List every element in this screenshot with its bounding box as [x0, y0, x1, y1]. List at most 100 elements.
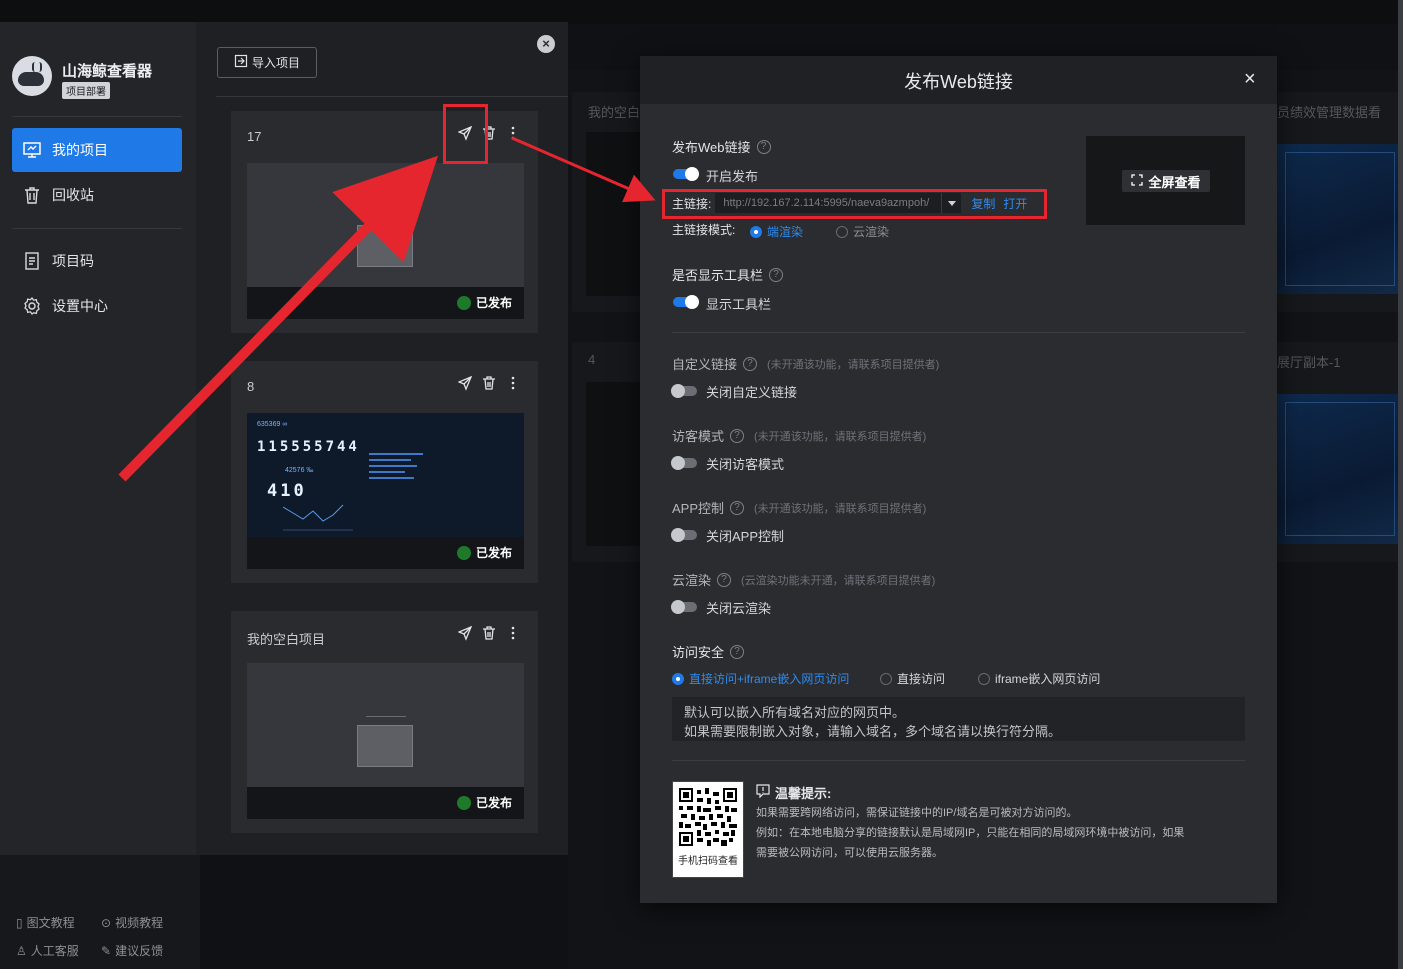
link-mode-key: 主链接模式: [672, 223, 736, 237]
background-topbar [0, 0, 1403, 24]
dash-line-chart [283, 504, 353, 531]
status-badge: 已发布 [456, 294, 512, 311]
footer-link-video[interactable]: ⊙ 视频教程 [101, 914, 163, 931]
status-label: 已发布 [475, 546, 512, 560]
guest-mode-toggle[interactable] [671, 456, 697, 470]
app-control-label: APP控制 [672, 501, 725, 516]
sidebar: 山海鲸查看器 项目部署 我的项目 回收站 项目码 设置中心 [0, 22, 196, 855]
published-dot-icon [456, 795, 471, 810]
help-icon[interactable]: ? [756, 139, 771, 154]
footer-link-support[interactable]: ♙ 人工客服 [16, 942, 79, 959]
app-control-section-label: APP控制? (未开通该功能，请联系项目提供者) [672, 498, 926, 517]
toggle-knob [685, 295, 699, 309]
help-icon[interactable]: ? [730, 428, 745, 443]
app-control-toggle[interactable] [671, 528, 697, 542]
tips-line: 需要被公网访问，可以使用云服务器。 [756, 847, 943, 859]
dash-big-value: 115555744 [257, 439, 360, 455]
send-icon[interactable] [457, 375, 473, 391]
app-control-note: (未开通该功能，请联系项目提供者) [754, 502, 927, 515]
domain-whitelist-input[interactable]: 默认可以嵌入所有域名对应的网页中。 如果需要限制嵌入对象，请输入域名，多个域名请… [672, 697, 1245, 741]
security-option-label: 直接访问 [897, 672, 946, 686]
screen: 我的空白 员绩效管理数据看 4 展厅副本-1 山海鲸查看器 项目部署 我的项目 [0, 0, 1403, 969]
dash-top-value: 635369 ∞ [257, 421, 288, 428]
status-label: 已发布 [475, 796, 512, 810]
toolbar-toggle[interactable] [673, 295, 699, 309]
project-status-bar: 已发布 [247, 787, 524, 819]
mode-option-cloud[interactable]: 云渲染 [836, 223, 889, 240]
qr-code-panel: 手机扫码查看 [672, 781, 744, 878]
radio-icon [880, 672, 892, 685]
help-icon[interactable]: ? [743, 356, 758, 371]
fullscreen-button[interactable]: 全屏查看 [1122, 170, 1210, 192]
more-icon[interactable] [506, 375, 520, 391]
delete-icon[interactable] [482, 625, 496, 641]
background-card-title: 展厅副本-1 [1277, 355, 1341, 370]
publish-toggle[interactable] [673, 167, 699, 181]
project-card[interactable]: 我的空白项目 已发布 [231, 611, 538, 833]
background-card: 我的空白 [572, 92, 642, 312]
import-project-button[interactable]: 导入项目 [217, 47, 317, 78]
radio-selected-icon [750, 225, 762, 238]
published-dot-icon [456, 545, 471, 560]
help-icon[interactable]: ? [730, 500, 745, 515]
project-card[interactable]: 8 635369 ∞ 115555744 42576 ‰ 410 已发布 [231, 361, 538, 583]
background-card-thumb [586, 132, 642, 296]
security-option-direct[interactable]: 直接访问 [880, 670, 945, 687]
radio-selected-icon [672, 672, 684, 685]
custom-link-toggle[interactable] [671, 384, 697, 398]
help-icon[interactable]: ? [717, 572, 732, 587]
background-card: 4 [572, 342, 642, 562]
radio-icon [836, 225, 848, 238]
highlight-main-link [662, 189, 1047, 219]
play-icon: ⊙ [101, 915, 112, 930]
mode-option-endpoint[interactable]: 端渲染 [750, 223, 803, 240]
delete-icon[interactable] [482, 375, 496, 391]
qr-code-icon [679, 788, 737, 846]
qr-caption: 手机扫码查看 [678, 856, 738, 867]
sidebar-footer: ▯ 图文教程 ⊙ 视频教程 ♙ 人工客服 ✎ 建议反馈 [0, 855, 200, 969]
project-thumbnail[interactable] [247, 163, 524, 287]
security-option-iframe[interactable]: iframe嵌入网页访问 [978, 670, 1100, 687]
sidebar-divider [12, 116, 182, 117]
toggle-knob [671, 600, 685, 614]
project-thumbnail[interactable]: 635369 ∞ 115555744 42576 ‰ 410 [247, 413, 524, 537]
sidebar-item-my-projects[interactable]: 我的项目 [12, 128, 182, 172]
status-badge: 已发布 [456, 794, 512, 811]
project-name: 我的空白项目 [247, 632, 326, 647]
app-title: 山海鲸查看器 [62, 63, 153, 80]
security-option-label: 直接访问+iframe嵌入网页访问 [689, 672, 850, 686]
guest-mode-label: 访客模式 [672, 429, 725, 444]
app-control-toggle-label: 关闭APP控制 [706, 529, 785, 544]
security-option-both[interactable]: 直接访问+iframe嵌入网页访问 [672, 670, 849, 687]
footer-link-label: 视频教程 [115, 916, 164, 930]
background-card: 展厅副本-1 [1277, 342, 1403, 562]
security-section-label: 访问安全? [672, 642, 745, 661]
project-thumbnail[interactable] [247, 663, 524, 787]
send-icon[interactable] [457, 625, 473, 641]
footer-link-tutorial[interactable]: ▯ 图文教程 [16, 914, 75, 931]
placeholder-image-icon [357, 716, 413, 767]
help-icon[interactable]: ? [730, 644, 745, 659]
more-icon[interactable] [506, 125, 520, 141]
footer-link-feedback[interactable]: ✎ 建议反馈 [101, 942, 163, 959]
project-status-bar: 已发布 [247, 287, 524, 319]
close-window-button[interactable]: × [537, 35, 555, 53]
sidebar-item-settings[interactable]: 设置中心 [12, 284, 182, 328]
sidebar-item-project-code[interactable]: 项目码 [12, 239, 182, 283]
domain-hint-line: 如果需要限制嵌入对象，请输入域名，多个域名请以换行符分隔。 [684, 724, 1062, 739]
sidebar-item-recycle-bin[interactable]: 回收站 [12, 173, 182, 217]
cloud-render-toggle[interactable] [671, 600, 697, 614]
more-icon[interactable] [506, 625, 520, 641]
list-divider [216, 96, 568, 97]
footer-link-label: 建议反馈 [115, 944, 164, 958]
help-icon[interactable]: ? [769, 267, 784, 282]
publish-web-link-dialog: 发布Web链接 × 发布Web链接? 开启发布 主链接: http://192.… [640, 56, 1277, 903]
dash-bars [369, 453, 429, 489]
link-preview: 全屏查看 [1086, 136, 1245, 225]
dialog-title: 发布Web链接 [904, 72, 1013, 92]
guest-mode-section-label: 访客模式? (未开通该功能，请联系项目提供者) [672, 426, 926, 445]
custom-link-toggle-label: 关闭自定义链接 [706, 385, 798, 400]
project-card[interactable]: 17 已发布 [231, 111, 538, 333]
dialog-close-button[interactable]: × [1244, 69, 1256, 89]
fullscreen-label: 全屏查看 [1148, 174, 1201, 190]
